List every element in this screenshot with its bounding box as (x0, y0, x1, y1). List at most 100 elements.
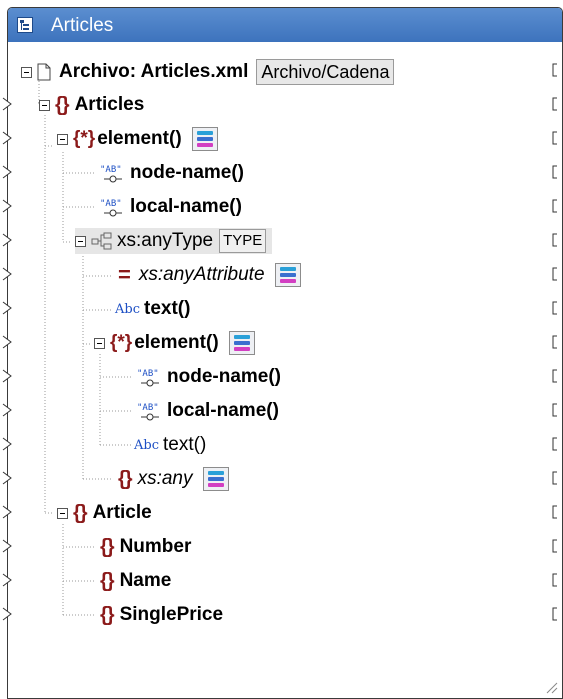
element-braces-icon: {} (100, 569, 115, 592)
root-file-label: Archivo: Articles.xml (59, 61, 249, 82)
input-connector-icon[interactable] (2, 301, 14, 315)
element-braces-icon: {} (55, 93, 70, 116)
input-connector-icon[interactable] (2, 199, 14, 213)
svg-text:"AB": "AB" (100, 165, 122, 175)
input-connector-icon[interactable] (2, 607, 14, 621)
output-connector-icon[interactable] (551, 403, 563, 417)
tree-item-text-nested[interactable]: Abc text() (134, 432, 206, 458)
collapse-toggle[interactable] (39, 99, 50, 111)
input-connector-icon[interactable] (2, 233, 14, 247)
xpath-function-icon: "AB" (137, 369, 159, 387)
tree-item-local-name[interactable]: "AB" local-name() (96, 194, 242, 220)
xpath-function-icon: "AB" (100, 199, 122, 217)
tree-item-local-name-nested[interactable]: "AB" local-name() (133, 398, 279, 424)
output-connector-icon[interactable] (551, 573, 563, 587)
file-icon (37, 63, 51, 81)
tree-item-label: xs:anyAttribute (138, 264, 265, 285)
collapse-toggle[interactable] (57, 507, 68, 519)
input-connector-icon[interactable] (2, 165, 14, 179)
collapse-toggle[interactable] (75, 235, 86, 247)
tree-item-label: element() (134, 332, 219, 353)
input-connector-icon[interactable] (2, 369, 14, 383)
tree-item-label: text() (144, 298, 191, 319)
xpath-function-icon: "AB" (137, 403, 159, 421)
root-file-row[interactable]: Archivo: Articles.xml Archivo/Cadena (21, 59, 395, 85)
tree-item-article[interactable]: {} Article (57, 500, 152, 526)
output-connector-icon[interactable] (551, 131, 563, 145)
element-braces-icon: {} (100, 603, 115, 626)
collapse-toggle[interactable] (21, 66, 32, 78)
collapse-toggle[interactable] (57, 133, 68, 145)
context-menu-icon[interactable] (274, 263, 301, 287)
output-connector-icon[interactable] (551, 63, 563, 77)
output-connector-icon[interactable] (551, 471, 563, 485)
complex-type-icon (91, 232, 112, 250)
output-connector-icon[interactable] (551, 233, 563, 247)
tree-item-articles[interactable]: {} Articles (39, 92, 144, 118)
tree-item-xsany[interactable]: {} xs:any (118, 466, 229, 492)
tree-item-anytype[interactable]: xs:anyType TYPE (75, 228, 273, 254)
wildcard-element-icon: {*} (110, 332, 133, 353)
xpath-function-icon: "AB" (100, 165, 122, 183)
output-connector-icon[interactable] (551, 97, 563, 111)
element-braces-icon: {} (118, 467, 133, 490)
context-menu-icon[interactable] (228, 331, 255, 355)
tree-item-label: xs:anyType (117, 230, 214, 251)
input-connector-icon[interactable] (2, 471, 14, 485)
tree-item-number[interactable]: {} Number (100, 534, 191, 560)
output-connector-icon[interactable] (551, 607, 563, 621)
output-connector-icon[interactable] (551, 437, 563, 451)
tree-item-label: local-name() (130, 196, 242, 217)
wildcard-element-icon: {*} (73, 128, 96, 149)
tree-item-label: node-name() (130, 162, 244, 183)
context-menu-icon[interactable] (191, 127, 218, 151)
tree-item-label: SinglePrice (119, 604, 224, 625)
output-connector-icon[interactable] (551, 301, 563, 315)
svg-text:"AB": "AB" (100, 199, 122, 209)
tree-item-node-name-nested[interactable]: "AB" node-name() (133, 364, 281, 390)
output-connector-icon[interactable] (551, 369, 563, 383)
file-mode-button[interactable]: Archivo/Cadena (256, 59, 395, 85)
tree-item-text[interactable]: Abc text() (115, 296, 190, 322)
input-connector-icon[interactable] (2, 573, 14, 587)
tree-item-node-name[interactable]: "AB" node-name() (96, 160, 244, 186)
tree-item-label: Name (119, 570, 172, 591)
context-menu-icon[interactable] (202, 467, 229, 491)
tree-item-label: node-name() (167, 366, 281, 387)
input-connector-icon[interactable] (2, 267, 14, 281)
output-connector-icon[interactable] (551, 505, 563, 519)
tree-item-label: element() (97, 128, 182, 149)
svg-text:"AB": "AB" (137, 369, 159, 379)
input-connector-icon[interactable] (2, 97, 14, 111)
output-connector-icon[interactable] (551, 539, 563, 553)
collapse-toggle[interactable] (94, 337, 105, 349)
component-window: Articles Archivo: Articles.xml Archivo/C… (7, 7, 563, 699)
output-connector-icon[interactable] (551, 267, 563, 281)
output-connector-icon[interactable] (551, 165, 563, 179)
tree-item-name[interactable]: {} Name (100, 568, 171, 594)
output-connector-icon[interactable] (551, 199, 563, 213)
tree-item-element-wildcard-nested[interactable]: {*} element() (94, 330, 255, 356)
input-connector-icon[interactable] (2, 403, 14, 417)
tree-item-element-wildcard[interactable]: {*} element() (57, 126, 218, 152)
svg-text:"AB": "AB" (137, 403, 159, 413)
attribute-icon: = (118, 262, 131, 287)
input-connector-icon[interactable] (2, 335, 14, 349)
tree-item-singleprice[interactable]: {} SinglePrice (100, 602, 223, 628)
tree-item-label: Articles (74, 94, 145, 115)
type-badge[interactable]: TYPE (219, 229, 267, 253)
tree-item-label: xs:any (137, 468, 193, 489)
abc-text-icon: Abc (115, 301, 140, 317)
abc-text-icon: Abc (134, 437, 159, 453)
element-braces-icon: {} (100, 535, 115, 558)
tree-item-anyattribute[interactable]: = xs:anyAttribute (118, 262, 301, 288)
input-connector-icon[interactable] (2, 131, 14, 145)
input-connector-icon[interactable] (2, 505, 14, 519)
input-connector-icon[interactable] (2, 539, 14, 553)
tree-item-label: text() (163, 434, 207, 455)
input-connector-icon[interactable] (2, 437, 14, 451)
tree-item-label: Number (119, 536, 192, 557)
tree-item-label: local-name() (167, 400, 279, 421)
output-connector-icon[interactable] (551, 335, 563, 349)
element-braces-icon: {} (73, 501, 88, 524)
